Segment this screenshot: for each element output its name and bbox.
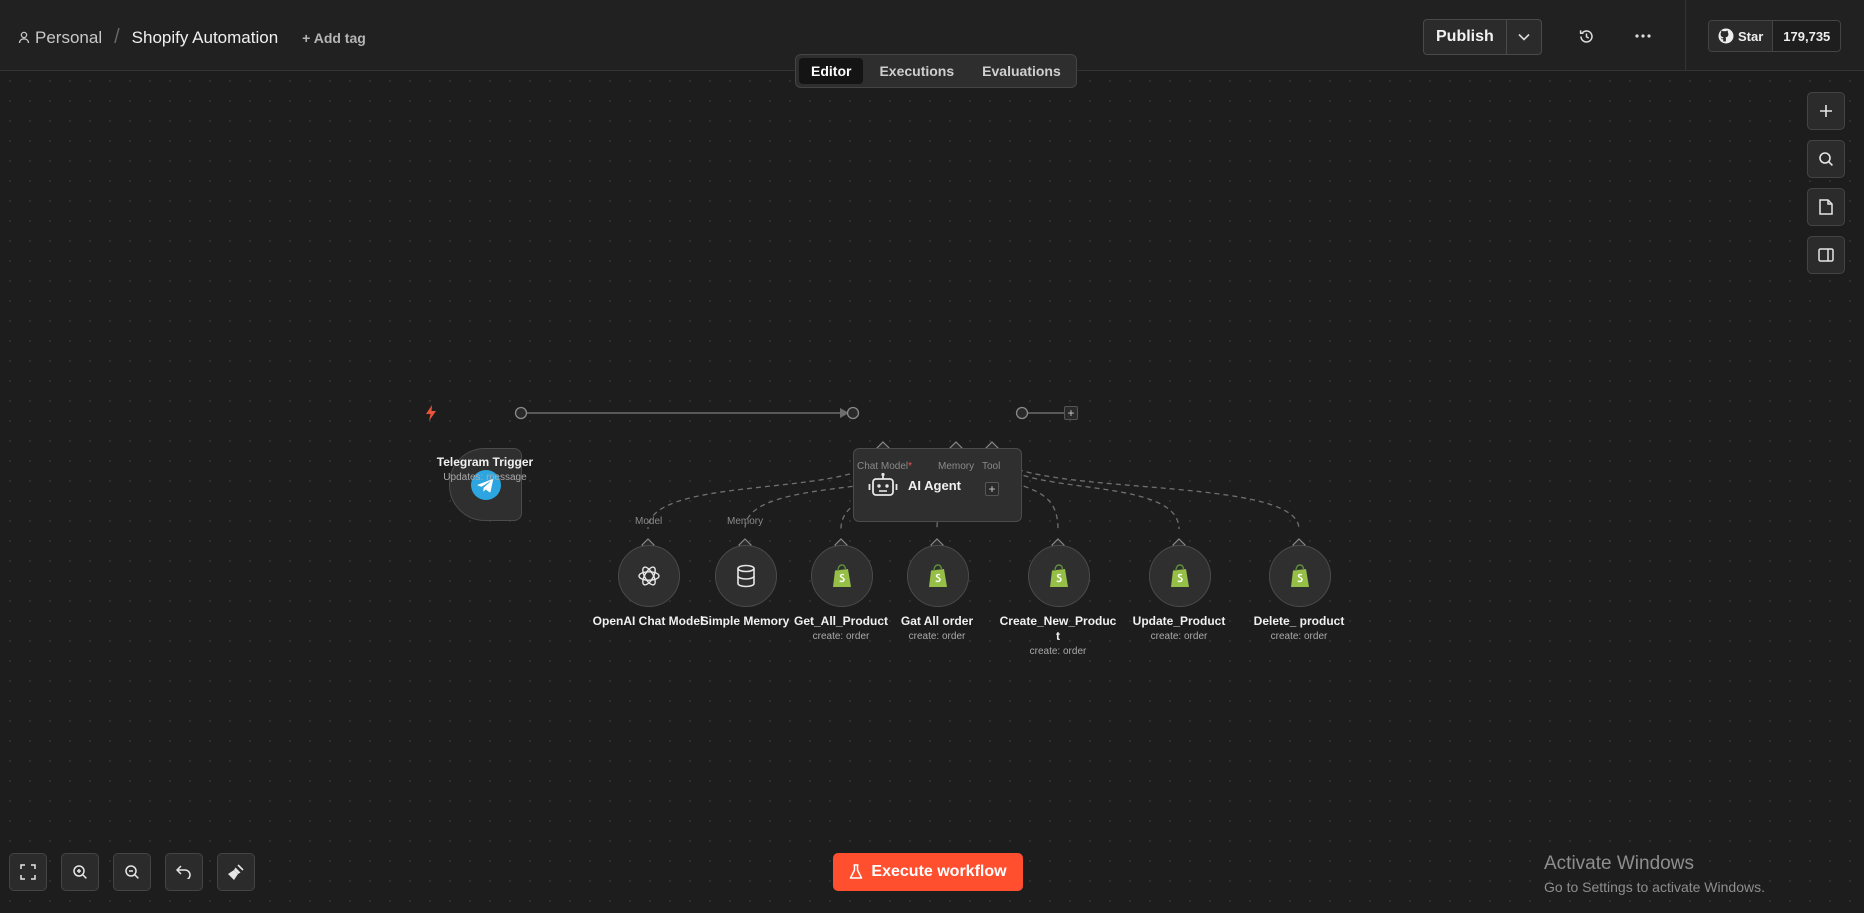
undo-button[interactable]: [165, 853, 203, 891]
flask-icon: [850, 864, 863, 879]
search-nodes-button[interactable]: [1807, 140, 1845, 178]
get-all-order-node[interactable]: [907, 545, 969, 607]
create-new-product-node[interactable]: [1028, 545, 1090, 607]
github-star-button[interactable]: Star: [1709, 21, 1774, 51]
ai-agent-title: AI Agent: [908, 477, 961, 493]
zoom-in-icon: [73, 865, 87, 879]
update-product-title: Update_Product: [1132, 614, 1226, 628]
execute-workflow-button[interactable]: Execute workflow: [833, 853, 1023, 891]
agent-input-handle[interactable]: [846, 406, 860, 420]
zoom-in-button[interactable]: [61, 853, 99, 891]
undo-icon: [176, 865, 191, 879]
openai-chat-model-node[interactable]: [618, 545, 680, 607]
shopify-icon: [833, 563, 851, 587]
simple-memory-node[interactable]: [715, 545, 777, 607]
search-icon: [1819, 152, 1833, 166]
header-divider: [1685, 0, 1686, 71]
project-link[interactable]: Personal: [18, 28, 102, 48]
subnode-port-label-memory: Memory: [727, 516, 764, 527]
create-new-product-title: Create_New_Product: [999, 614, 1117, 643]
sticky-note-icon: [1819, 199, 1833, 215]
view-tabs: Editor Executions Evaluations: [795, 54, 1077, 88]
watermark-title: Activate Windows: [1544, 853, 1694, 874]
create-new-product-subtitle: create: order: [1029, 646, 1087, 657]
fit-view-button[interactable]: [9, 853, 47, 891]
history-button[interactable]: [1574, 24, 1598, 48]
trigger-output-handle[interactable]: [514, 406, 528, 420]
subnode-port-label-model: Model: [635, 516, 663, 527]
github-star-widget: Star 179,735: [1708, 20, 1842, 52]
toggle-panel-button[interactable]: [1807, 236, 1845, 274]
robot-icon: [868, 472, 898, 496]
tab-evaluations[interactable]: Evaluations: [970, 58, 1073, 84]
user-icon: [18, 31, 30, 44]
zoom-out-icon: [125, 865, 139, 879]
shopify-icon: [929, 563, 947, 587]
port-label-memory: Memory: [938, 461, 975, 472]
trigger-bolt-icon: [426, 405, 436, 421]
tidy-up-button[interactable]: [217, 853, 255, 891]
history-icon: [1579, 29, 1593, 43]
database-icon: [737, 564, 755, 588]
canvas-right-toolbar: [1807, 92, 1845, 274]
github-star-label: Star: [1738, 28, 1764, 44]
tab-executions[interactable]: Executions: [867, 58, 966, 84]
add-tool-button[interactable]: +: [985, 482, 999, 496]
workflow-canvas[interactable]: Telegram Trigger Updates: message AI Age…: [0, 71, 1864, 910]
update-product-node[interactable]: [1149, 545, 1211, 607]
more-horizontal-icon: [1635, 34, 1651, 38]
connection-tool-5[interactable]: [991, 447, 1300, 530]
add-sticky-note-button[interactable]: [1807, 188, 1845, 226]
openai-icon: [638, 566, 660, 586]
broom-icon: [228, 864, 244, 880]
project-name: Personal: [35, 27, 103, 47]
agent-output-handle[interactable]: [1015, 406, 1029, 420]
plus-icon: [1820, 105, 1832, 117]
delete-product-node[interactable]: [1269, 545, 1331, 607]
delete-product-subtitle: create: order: [1270, 631, 1328, 642]
breadcrumb: Personal / Shopify Automation + Add tag: [18, 26, 366, 49]
zoom-out-button[interactable]: [113, 853, 151, 891]
shopify-icon: [1050, 563, 1068, 587]
activate-windows-watermark: Activate Windows Go to Settings to activ…: [1544, 853, 1765, 895]
telegram-trigger-subtitle: Updates: message: [443, 472, 527, 483]
update-product-subtitle: create: order: [1150, 631, 1208, 642]
more-options-button[interactable]: [1631, 24, 1655, 48]
canvas-bottom-toolbar: [9, 853, 255, 891]
port-label-tool: Tool: [982, 461, 1001, 472]
get-all-product-node[interactable]: [811, 545, 873, 607]
shopify-icon: [1291, 563, 1309, 587]
add-node-after-agent-button[interactable]: +: [1064, 406, 1078, 420]
publish-dropdown-button[interactable]: [1507, 20, 1541, 54]
watermark-subtitle: Go to Settings to activate Windows.: [1544, 879, 1765, 895]
get-all-order-subtitle: create: order: [908, 631, 966, 642]
port-label-chat-model: Chat Model*: [857, 461, 913, 472]
breadcrumb-separator: /: [114, 26, 120, 48]
chevron-down-icon: [1518, 33, 1530, 41]
execute-workflow-label: Execute workflow: [871, 863, 1007, 880]
github-icon: [1718, 28, 1734, 44]
delete-product-title: Delete_ product: [1253, 614, 1345, 628]
telegram-trigger-title: Telegram Trigger: [436, 455, 534, 469]
publish-group: Publish: [1423, 19, 1542, 55]
publish-button[interactable]: Publish: [1424, 20, 1507, 54]
workflow-title[interactable]: Shopify Automation: [132, 28, 278, 48]
fit-view-icon: [20, 864, 36, 880]
github-star-count[interactable]: 179,735: [1773, 21, 1841, 51]
add-node-button[interactable]: [1807, 92, 1845, 130]
get-all-order-title: Gat All order: [900, 614, 974, 628]
tab-editor[interactable]: Editor: [799, 58, 864, 84]
panel-right-icon: [1818, 248, 1834, 262]
add-tag-button[interactable]: + Add tag: [302, 30, 366, 46]
connection-model[interactable]: [647, 447, 884, 530]
shopify-icon: [1171, 563, 1189, 587]
